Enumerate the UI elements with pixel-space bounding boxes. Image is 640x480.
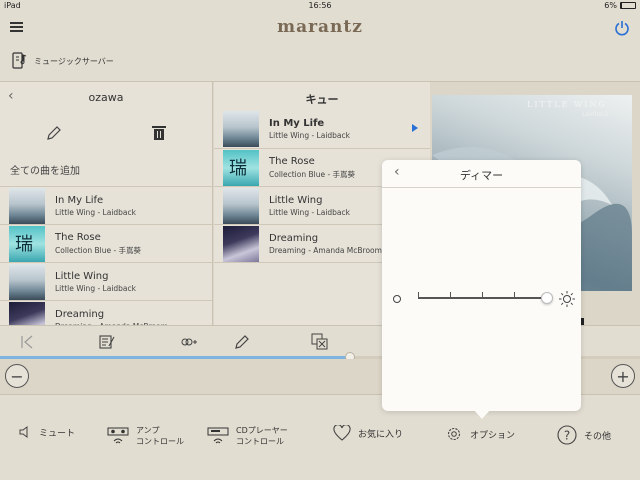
- trash-icon[interactable]: [151, 124, 167, 142]
- track-subtitle: Little Wing - Laidback: [269, 131, 350, 140]
- dimmer-popover: ‹ ディマー: [382, 160, 581, 411]
- dimmer-tick: [450, 292, 451, 297]
- cd-control-button[interactable]: CDプレーヤー コントロール: [207, 425, 288, 447]
- battery-indicator: 6%: [604, 1, 636, 10]
- track-title: In My Life: [269, 118, 325, 129]
- battery-percent: 6%: [604, 1, 617, 10]
- track-subtitle: Collection Blue - 手嶌葵: [55, 245, 142, 255]
- track-subtitle: Little Wing - Laidback: [55, 207, 136, 217]
- add-all-tracks[interactable]: 全ての曲を追加: [10, 162, 80, 177]
- dimmer-tick: [514, 292, 515, 297]
- favorites-label: お気に入り: [358, 429, 404, 440]
- brand-logo: marantz: [277, 17, 363, 37]
- track-subtitle: Little Wing - Laidback: [55, 283, 136, 293]
- clock: 16:56: [308, 1, 332, 10]
- list-item[interactable]: Little Wing Little Wing - Laidback: [0, 262, 212, 300]
- track-subtitle: Collection Blue - 手嶌葵: [269, 169, 356, 179]
- album-thumbnail: [223, 111, 259, 147]
- clear-queue-icon[interactable]: [311, 333, 329, 351]
- track-title: Dreaming: [269, 232, 319, 244]
- svg-text:?: ?: [564, 429, 570, 443]
- dimmer-title: ディマー: [459, 169, 504, 182]
- mute-button[interactable]: ミュート: [18, 425, 75, 439]
- options-label: オプション: [470, 430, 516, 441]
- other-button[interactable]: ? その他: [557, 425, 611, 445]
- amp-label-line2: コントロール: [136, 437, 184, 446]
- track-title: The Rose: [269, 155, 315, 167]
- amplifier-icon: [107, 427, 129, 444]
- status-bar: iPad 16:56 6%: [0, 0, 640, 12]
- cd-label-line2: コントロール: [236, 437, 284, 446]
- edit-list-icon[interactable]: [99, 334, 115, 350]
- track-title: In My Life: [55, 194, 104, 206]
- cd-label-line1: CDプレーヤー: [236, 426, 288, 435]
- track-title: Dreaming: [55, 308, 105, 320]
- browse-panel: ‹ ozawa 全ての曲を追加 In My Life Little Wing - …: [0, 82, 213, 338]
- album-thumbnail: [223, 225, 259, 262]
- volume-up-button[interactable]: +: [611, 364, 635, 388]
- dimmer-tick: [418, 292, 419, 297]
- dim-low-icon: [393, 295, 401, 303]
- amp-control-button[interactable]: アンプ コントロール: [107, 425, 184, 447]
- dimmer-slider[interactable]: [418, 292, 553, 304]
- amp-label-line1: アンプ: [136, 426, 160, 435]
- list-item[interactable]: 瑞 The Rose Collection Blue - 手嶌葵: [0, 224, 212, 262]
- track-subtitle: Little Wing - Laidback: [269, 207, 350, 217]
- browse-title: ozawa: [88, 91, 124, 104]
- app-header: marantz ミュージックサーバー: [0, 12, 640, 82]
- mute-label: ミュート: [39, 428, 76, 439]
- power-icon[interactable]: [614, 20, 630, 36]
- dimmer-header: ‹ ディマー: [382, 160, 581, 188]
- dimmer-tick: [482, 292, 483, 297]
- track-title: Little Wing: [269, 194, 323, 206]
- speaker-icon: [19, 426, 28, 438]
- music-server-icon: [12, 52, 27, 69]
- edit-pencil-icon[interactable]: [45, 124, 63, 142]
- album-thumbnail: [9, 187, 45, 224]
- skip-to-start-icon[interactable]: [20, 334, 34, 350]
- dimmer-slider-handle[interactable]: [541, 292, 553, 304]
- help-icon: ?: [557, 425, 577, 445]
- queue-title: キュー: [305, 93, 339, 106]
- album-thumbnail: 瑞: [9, 225, 45, 262]
- track-subtitle: Dreaming - Amanda McBroom: [269, 245, 382, 255]
- album-artist: Laidback: [582, 111, 609, 118]
- other-label: その他: [584, 431, 612, 442]
- volume-down-button[interactable]: −: [5, 364, 29, 388]
- battery-icon: [620, 2, 636, 9]
- options-button[interactable]: オプション: [445, 425, 515, 443]
- queue-item-active[interactable]: In My Life Little Wing - Laidback: [214, 110, 430, 148]
- track-title: Little Wing: [55, 270, 109, 282]
- list-item[interactable]: In My Life Little Wing - Laidback: [0, 186, 212, 224]
- browse-track-list: In My Life Little Wing - Laidback 瑞 The R…: [0, 186, 212, 338]
- sun-icon: [559, 291, 575, 307]
- favorites-button[interactable]: お気に入り: [333, 425, 403, 441]
- heart-icon: [333, 425, 351, 441]
- album-thumbnail: [223, 187, 259, 224]
- album-title: LITTLE WING: [527, 100, 607, 109]
- now-playing-icon: [412, 124, 418, 132]
- track-title: The Rose: [55, 231, 101, 243]
- edit-pencil-icon[interactable]: [233, 333, 251, 351]
- browse-tools: [0, 120, 213, 150]
- album-thumbnail: 瑞: [223, 149, 259, 186]
- popover-arrow: [473, 409, 491, 419]
- add-to-queue-icon[interactable]: [180, 335, 198, 349]
- source-selector[interactable]: ミュージックサーバー: [12, 52, 114, 70]
- gear-icon: [447, 427, 461, 441]
- album-thumbnail: [9, 263, 45, 300]
- cd-player-icon: [207, 427, 229, 444]
- source-label: ミュージックサーバー: [34, 56, 114, 66]
